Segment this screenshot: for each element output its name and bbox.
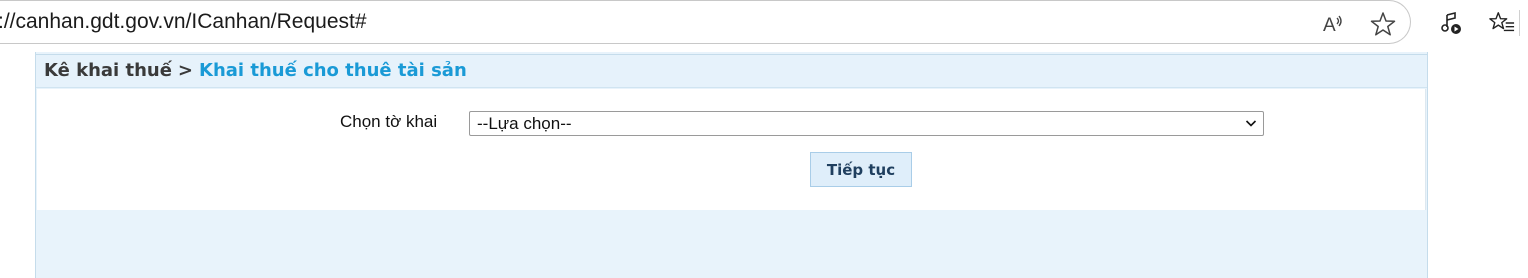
read-aloud-icon[interactable]: A [1320, 11, 1346, 37]
favorites-list-icon[interactable] [1489, 10, 1515, 36]
breadcrumb: Kê khai thuế > Khai thuế cho thuê tài sản [36, 54, 1427, 88]
address-bar[interactable]: ://canhan.gdt.gov.vn/ICanhan/Request# A [0, 0, 1411, 44]
favorite-star-icon[interactable] [1370, 11, 1396, 37]
toolbar-divider [1519, 10, 1520, 36]
breadcrumb-parent[interactable]: Kê khai thuế [44, 60, 172, 81]
browser-toolbar: ://canhan.gdt.gov.vn/ICanhan/Request# A [0, 0, 1528, 48]
breadcrumb-separator: > [177, 60, 194, 81]
svg-text:A: A [1323, 15, 1336, 36]
content-frame: Kê khai thuế > Khai thuế cho thuê tài sản … [35, 52, 1428, 278]
form-panel: Chọn tờ khai --Lựa chọn-- Tiếp tục [37, 89, 1426, 210]
chevron-down-icon [1245, 120, 1257, 127]
breadcrumb-current: Khai thuế cho thuê tài sản [199, 60, 467, 81]
select-value: --Lựa chọn-- [477, 114, 572, 133]
media-control-icon[interactable] [1438, 10, 1464, 36]
continue-button[interactable]: Tiếp tục [810, 152, 912, 187]
url-text[interactable]: ://canhan.gdt.gov.vn/ICanhan/Request# [0, 10, 367, 34]
declaration-select[interactable]: --Lựa chọn-- [469, 111, 1264, 136]
form-select-label: Chọn tờ khai [340, 112, 438, 131]
